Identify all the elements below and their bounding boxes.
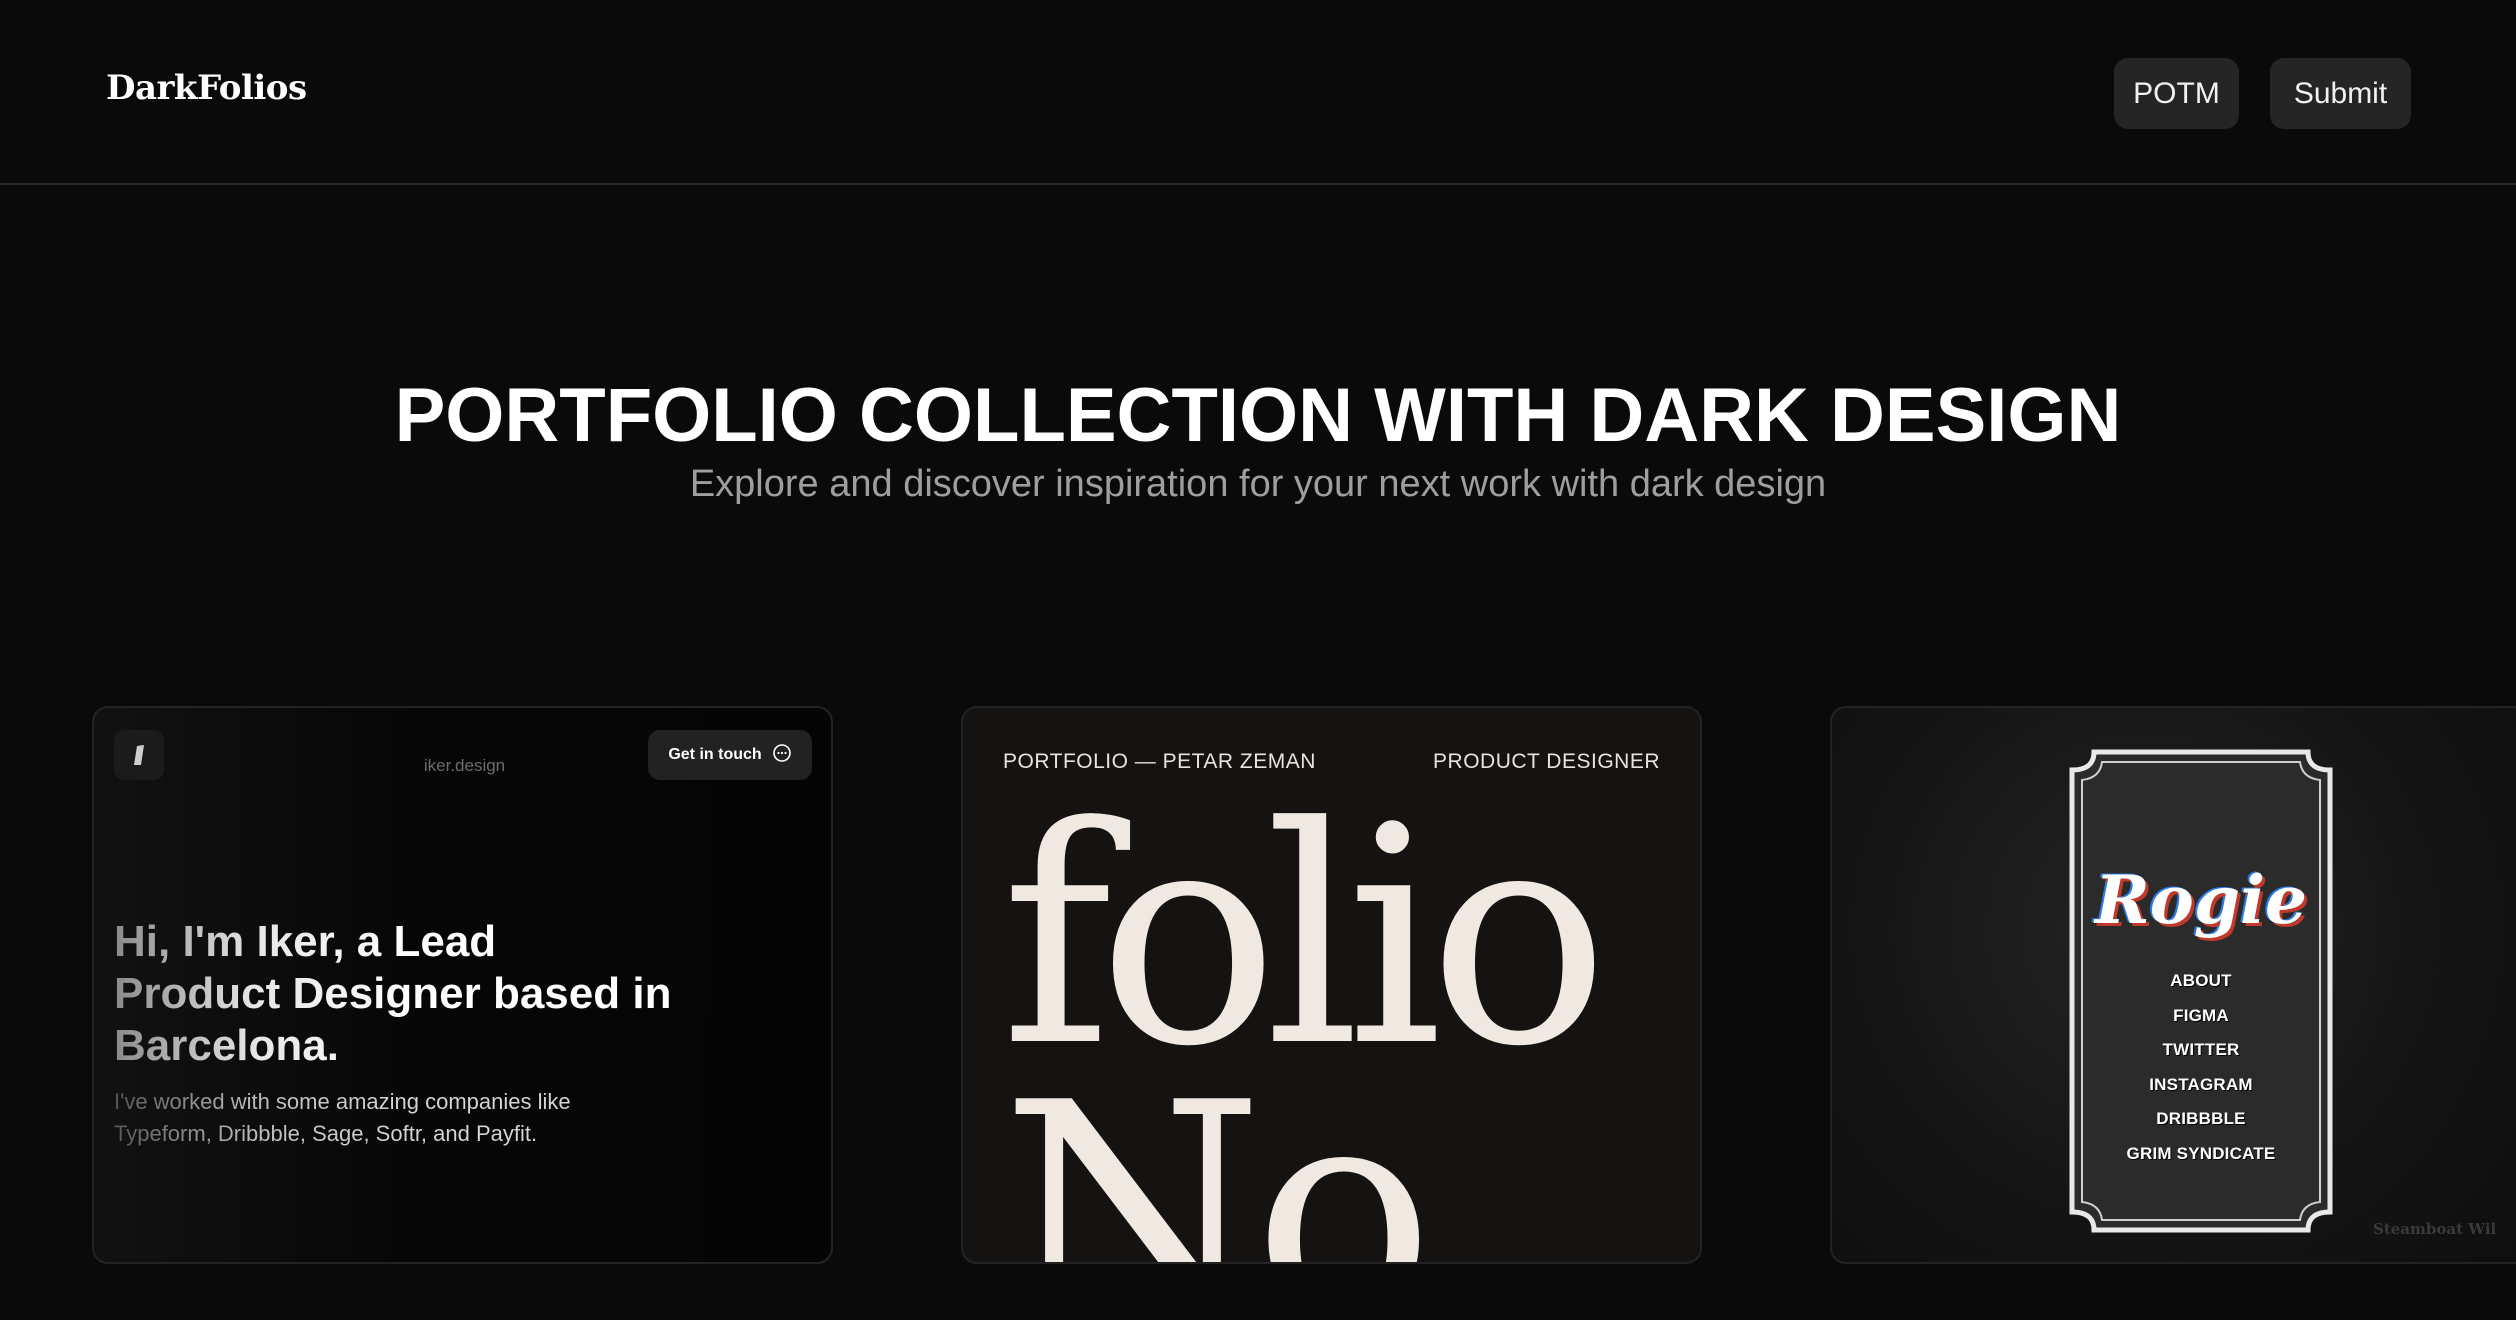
potm-button[interactable]: POTM [2114, 58, 2239, 129]
site-logo[interactable]: DarkFolios [106, 68, 307, 108]
chat-bubble-icon [772, 743, 792, 768]
page-subtitle: Explore and discover inspiration for you… [689, 463, 1827, 505]
rogie-logo: Rogie [2094, 861, 2308, 939]
menu-item-grim-syndicate[interactable]: GRIM SYNDICATE [2066, 1137, 2336, 1172]
card-headline: Hi, I'm Iker, a Lead Product Designer ba… [114, 916, 674, 1072]
portfolio-card-petar-zeman[interactable]: PORTFOLIO — PETAR ZEMAN PRODUCT DESIGNER… [961, 706, 1702, 1264]
card-caption: Steamboat Wil [2373, 1220, 2497, 1238]
menu-item-twitter[interactable]: TWITTER [2066, 1033, 2336, 1068]
rogie-menu: ABOUT FIGMA TWITTER INSTAGRAM DRIBBBLE G… [2066, 964, 2336, 1171]
ornate-frame: Rogie ABOUT FIGMA TWITTER INSTAGRAM DRIB… [2066, 746, 2336, 1236]
portfolio-card-iker[interactable]: iker.design Get in touch Hi, I'm Iker, a… [92, 706, 833, 1264]
get-in-touch-button[interactable]: Get in touch [648, 730, 812, 780]
portfolio-card-rogie[interactable]: Rogie ABOUT FIGMA TWITTER INSTAGRAM DRIB… [1830, 706, 2516, 1264]
get-in-touch-label: Get in touch [668, 746, 762, 763]
card-body-text: I've worked with some amazing companies … [114, 1086, 674, 1150]
site-header: DarkFolios POTM Submit [0, 0, 2516, 185]
submit-button[interactable]: Submit [2270, 58, 2411, 129]
menu-item-instagram[interactable]: INSTAGRAM [2066, 1068, 2336, 1103]
page-title: PORTFOLIO COLLECTION WITH DARK DESIGN [394, 373, 2122, 458]
menu-item-about[interactable]: ABOUT [2066, 964, 2336, 999]
menu-item-figma[interactable]: FIGMA [2066, 999, 2336, 1034]
menu-item-dribbble[interactable]: DRIBBBLE [2066, 1102, 2336, 1137]
number-display-text: No [1001, 1039, 1434, 1264]
